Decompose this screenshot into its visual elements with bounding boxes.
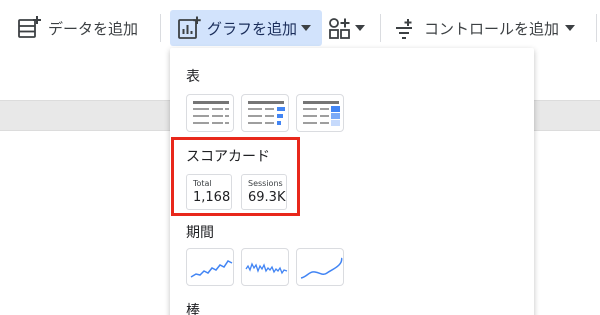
chart-option-sparkline[interactable] [241, 248, 289, 286]
highlight-box [171, 137, 300, 216]
table-icon [193, 101, 229, 124]
chart-option-table[interactable] [186, 94, 234, 132]
add-chart-icon [177, 16, 201, 40]
toolbar-divider [160, 14, 161, 42]
add-chart-label: グラフを追加 [207, 19, 298, 38]
add-data-label: データを追加 [48, 19, 139, 38]
caret-down-icon [355, 25, 365, 31]
sparkline-icon [245, 262, 288, 275]
table-heatmap-icon [303, 101, 340, 126]
toolbar-divider [596, 14, 597, 42]
shapes-icon [328, 16, 352, 40]
chart-option-table-heatmap[interactable] [296, 94, 344, 132]
toolbar-divider [380, 14, 381, 42]
add-shapes-button[interactable] [328, 10, 365, 46]
chart-option-time-series[interactable] [186, 248, 234, 286]
caret-down-icon [565, 25, 576, 31]
smoothed-line-icon [300, 257, 343, 279]
section-title-time-series: 期間 [186, 225, 214, 241]
chart-option-table-bars[interactable] [241, 94, 289, 132]
caret-down-icon [301, 25, 312, 31]
chart-option-smoothed-line[interactable] [296, 248, 344, 286]
section-title-table: 表 [186, 69, 200, 85]
add-chart-button[interactable]: グラフを追加 [170, 10, 322, 46]
table-bars-icon [248, 101, 285, 125]
add-control-label: コントロールを追加 [424, 19, 560, 38]
time-series-icon [190, 260, 233, 278]
add-control-button[interactable]: コントロールを追加 [394, 10, 576, 46]
add-data-icon [16, 15, 42, 41]
control-icon [394, 17, 416, 39]
section-title-bar: 棒 [186, 303, 200, 315]
add-data-button[interactable]: データを追加 [16, 10, 138, 46]
